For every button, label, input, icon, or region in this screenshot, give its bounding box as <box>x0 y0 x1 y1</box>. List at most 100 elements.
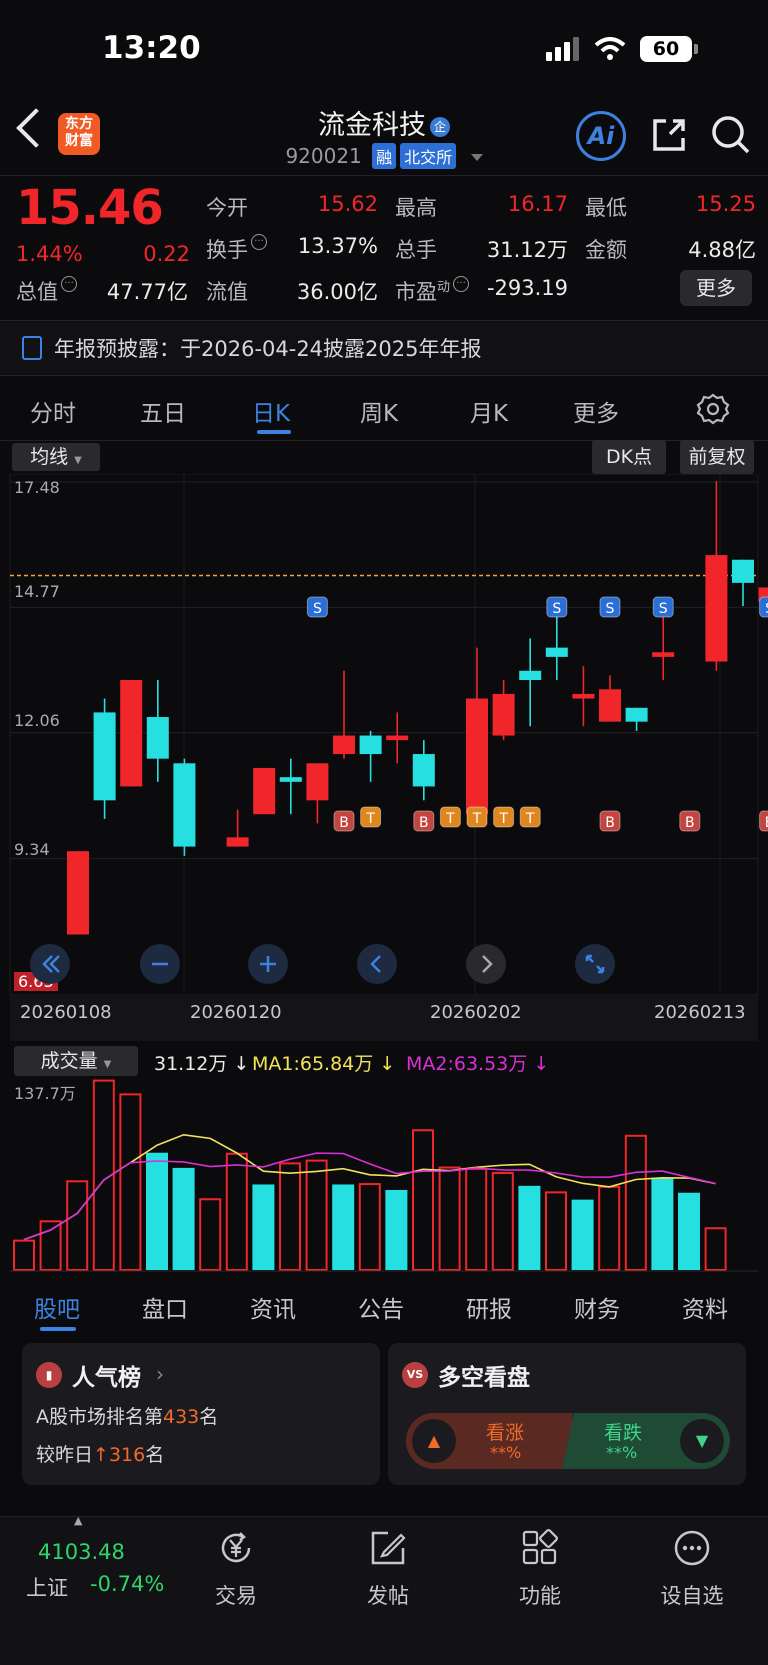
battery-tip <box>694 44 698 54</box>
tab-forum[interactable]: 股吧 <box>34 1290 80 1324</box>
tab-monthly-k[interactable]: 月K <box>470 394 508 428</box>
index-change[interactable]: -0.74% <box>90 1572 164 1596</box>
more-dots-icon[interactable] <box>672 1528 712 1568</box>
candle-body <box>412 754 435 787</box>
svg-text:T: T <box>472 811 482 827</box>
tab-news[interactable]: 资讯 <box>250 1290 296 1324</box>
tab-weekly-k[interactable]: 周K <box>360 394 398 428</box>
nav-add-watchlist[interactable]: 设自选 <box>642 1580 742 1610</box>
ma-selector-label: 均线 <box>30 446 69 468</box>
volume-ma1: MA1:65.84万 ↓ <box>252 1053 396 1075</box>
candle-body <box>386 735 409 741</box>
rewind-icon[interactable] <box>30 944 70 984</box>
index-value[interactable]: 4103.48 <box>38 1540 125 1564</box>
volume-bar <box>279 1162 301 1271</box>
zoom-in-icon[interactable] <box>248 944 288 984</box>
volume-indicator-label: 成交量 <box>40 1050 98 1072</box>
volume-bar <box>225 1152 248 1271</box>
candle-body <box>732 559 754 583</box>
ma-selector[interactable]: 均线 ▼ <box>12 443 100 471</box>
candle-body <box>599 689 621 722</box>
rank-suffix: 名 <box>199 1406 219 1428</box>
bullish-button-icon[interactable]: ▲ <box>412 1419 456 1463</box>
tab-five-day[interactable]: 五日 <box>140 394 186 428</box>
tab-profile[interactable]: 资料 <box>682 1290 728 1324</box>
tab-intraday[interactable]: 分时 <box>30 394 76 428</box>
candle-body <box>279 777 302 782</box>
market-cap-label-text: 总值 <box>16 280 58 304</box>
tab-research[interactable]: 研报 <box>466 1290 512 1324</box>
candlestick-chart[interactable]: SSSSSBBBBBTTTTTT <box>0 474 768 995</box>
volume-indicator-selector[interactable]: 成交量 ▼ <box>14 1046 138 1076</box>
volume-ma2-line <box>23 1152 716 1241</box>
svg-text:B: B <box>339 815 349 831</box>
pe-label[interactable]: 市盈动 ··· <box>395 276 470 306</box>
search-icon[interactable] <box>710 114 752 156</box>
dk-point-button[interactable]: DK点 <box>592 440 666 474</box>
share-icon[interactable] <box>650 116 688 154</box>
svg-text:T: T <box>498 811 508 827</box>
volume-bar <box>678 1192 700 1270</box>
turnover-label[interactable]: 换手 ··· <box>206 234 267 264</box>
signal-marker-t: T <box>519 806 541 828</box>
date-axis <box>10 995 758 1041</box>
caret-icon: ▼ <box>103 1059 112 1070</box>
gear-icon[interactable] <box>696 392 730 426</box>
tab-finance[interactable]: 财务 <box>574 1290 620 1324</box>
volume-bar <box>66 1180 89 1271</box>
turnover-value: 13.37% <box>297 234 378 258</box>
y-tick-label: 9.34 <box>14 840 50 859</box>
sentiment-title: 多空看盘 <box>438 1365 530 1391</box>
apps-grid-icon[interactable] <box>520 1528 560 1568</box>
ai-button[interactable]: Ai <box>576 111 626 161</box>
volume-bar <box>385 1189 408 1270</box>
candle-body <box>492 693 515 736</box>
volume-value: 31.12万 <box>486 238 568 262</box>
nav-post[interactable]: 发帖 <box>338 1580 438 1610</box>
volume-bar <box>39 1220 62 1271</box>
volume-bar <box>518 1185 541 1270</box>
volume-bar <box>412 1129 434 1271</box>
nav-functions[interactable]: 功能 <box>490 1580 590 1610</box>
volume-bar <box>199 1198 222 1271</box>
tab-order-book[interactable]: 盘口 <box>142 1290 188 1324</box>
candle-body <box>625 707 648 722</box>
nav-trade[interactable]: 交易 <box>186 1580 286 1610</box>
zoom-out-icon[interactable] <box>140 944 180 984</box>
post-edit-icon[interactable] <box>368 1528 408 1568</box>
tab-daily-k[interactable]: 日K <box>252 394 290 428</box>
bearish-button-icon[interactable]: ▼ <box>680 1419 724 1463</box>
scroll-left-icon[interactable] <box>357 944 397 984</box>
y-tick-label: 14.77 <box>14 582 60 601</box>
volume-bar <box>491 1172 514 1271</box>
float-cap-label: 流值 <box>206 280 248 304</box>
tab-more[interactable]: 更多 <box>573 394 619 428</box>
candle-body <box>359 735 382 755</box>
volume-bar <box>332 1184 355 1270</box>
index-name[interactable]: 上证 <box>26 1572 68 1602</box>
tab-announcements[interactable]: 公告 <box>358 1290 404 1324</box>
volume-ma2-text: MA2:63.53万 <box>406 1053 528 1075</box>
trade-yuan-icon[interactable] <box>216 1528 256 1568</box>
volume-bar <box>305 1159 328 1271</box>
volume-chart[interactable] <box>0 1076 768 1272</box>
more-button[interactable]: 更多 <box>680 270 752 306</box>
svg-text:T: T <box>365 811 375 827</box>
scroll-right-icon[interactable] <box>466 944 506 984</box>
market-cap-label[interactable]: 总值 ··· <box>16 276 77 306</box>
bear-pct: **% <box>606 1443 638 1462</box>
candle-body <box>545 647 568 657</box>
status-indicators: 60 <box>546 36 698 62</box>
bear-label: 看跌 <box>604 1422 643 1444</box>
volume-ma1-text: MA1:65.84万 <box>252 1053 374 1075</box>
rank-prefix: A股市场排名第 <box>36 1406 163 1428</box>
last-price: 15.46 <box>16 180 164 236</box>
svg-text:T: T <box>445 811 455 827</box>
volume-bar <box>252 1184 275 1270</box>
y-tick-label: 12.06 <box>14 711 60 730</box>
candle-body <box>705 555 728 662</box>
volume-bar <box>172 1167 195 1270</box>
info-icon: ··· <box>251 234 267 250</box>
fullscreen-icon[interactable] <box>575 944 615 984</box>
adjust-button[interactable]: 前复权 <box>680 440 754 474</box>
